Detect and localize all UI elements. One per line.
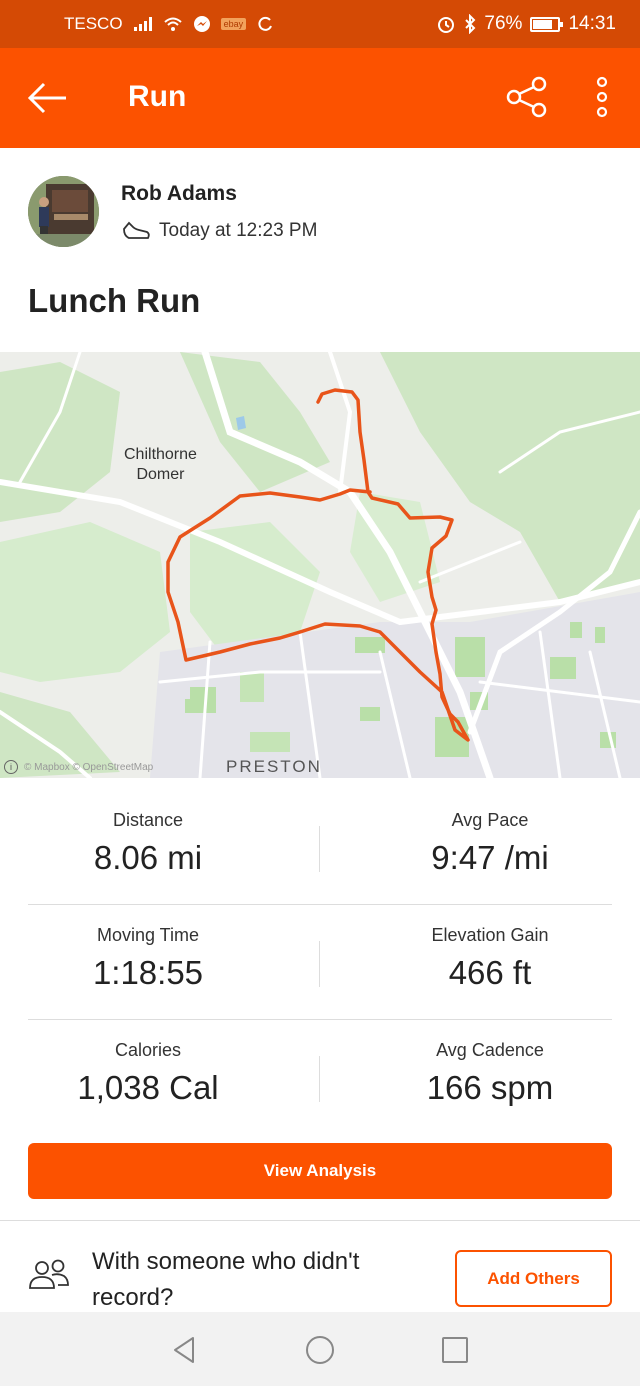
add-others-button[interactable]: Add Others [455, 1250, 612, 1307]
section-divider [0, 1220, 640, 1221]
nav-back-icon [174, 1337, 194, 1363]
stat-value: 1,038 Cal [77, 1069, 219, 1106]
map-label-town: Chilthorne Domer [124, 445, 197, 485]
stat-elevation-gain: Elevation Gain 466 ft [370, 925, 610, 992]
stat-avg-cadence: Avg Cadence 166 spm [370, 1040, 610, 1107]
map-attribution: i © Mapbox © OpenStreetMap [4, 760, 153, 774]
nav-recents-button[interactable] [435, 1330, 475, 1370]
map-label-chilthorne: Chilthorne [124, 446, 197, 463]
ebay-icon: ebay [220, 18, 247, 30]
activity-meta: Today at 12:23 PM [121, 220, 317, 242]
status-right: 76% 14:31 [436, 13, 616, 35]
athlete-header: Rob Adams Today at 12:23 PM [28, 176, 628, 248]
messenger-icon [193, 15, 211, 33]
carrier-label: TESCO [64, 14, 123, 33]
route-map[interactable]: Chilthorne Domer PRESTON i © Mapbox © Op… [0, 352, 640, 778]
stat-label: Elevation Gain [431, 925, 549, 945]
battery-icon [530, 16, 564, 32]
stat-value: 8.06 mi [93, 839, 203, 876]
nav-home-icon [306, 1336, 334, 1364]
status-bar: TESCO ebay 76% 14:31 [0, 0, 640, 48]
share-icon [506, 76, 547, 118]
alarm-icon [436, 14, 456, 34]
with-someone-text: With someone who didn't record? [92, 1248, 360, 1311]
info-icon[interactable]: i [4, 760, 18, 774]
bluetooth-icon [464, 14, 476, 34]
stat-value: 166 spm [426, 1069, 554, 1106]
avatar-image [28, 176, 99, 247]
activity-time: Today at 12:23 PM [159, 220, 318, 241]
map-label-preston: PRESTON [226, 757, 322, 776]
back-button[interactable] [24, 78, 70, 118]
clock: 14:31 [568, 13, 616, 34]
system-nav-bar [0, 1312, 640, 1386]
stat-label: Moving Time [96, 925, 200, 945]
stat-divider [319, 1056, 320, 1102]
battery-fill [533, 19, 552, 29]
signal-icon [133, 16, 153, 32]
avatar[interactable] [28, 176, 99, 247]
back-arrow-icon [27, 82, 66, 114]
stat-divider [319, 941, 320, 987]
more-vertical-icon [596, 76, 608, 118]
stats-grid: Distance 8.06 mi Avg Pace 9:47 /mi Movin… [28, 790, 612, 1135]
map-label-domer: Domer [136, 466, 185, 483]
share-button[interactable] [502, 72, 552, 122]
more-options-button[interactable] [584, 72, 620, 122]
sync-icon [256, 15, 274, 33]
nav-recents-icon [442, 1337, 468, 1363]
stat-label: Distance [112, 810, 184, 830]
stat-divider [319, 826, 320, 872]
stat-moving-time: Moving Time 1:18:55 [28, 925, 268, 992]
stats-row: Distance 8.06 mi Avg Pace 9:47 /mi [28, 790, 612, 905]
stat-avg-pace: Avg Pace 9:47 /mi [370, 810, 610, 877]
shoe-icon [123, 221, 150, 239]
stat-label: Calories [114, 1040, 182, 1060]
stat-value: 1:18:55 [92, 954, 204, 991]
battery-percent: 76% [484, 13, 523, 34]
wifi-icon [163, 16, 183, 32]
stat-distance: Distance 8.06 mi [28, 810, 268, 877]
stat-label: Avg Cadence [436, 1040, 544, 1060]
nav-home-button[interactable] [300, 1330, 340, 1370]
stat-value: 466 ft [448, 954, 532, 991]
stat-label: Avg Pace [451, 810, 529, 830]
map-canvas [0, 352, 640, 778]
athlete-name[interactable]: Rob Adams [121, 182, 237, 206]
stat-calories: Calories 1,038 Cal [28, 1040, 268, 1107]
stat-value: 9:47 /mi [431, 839, 549, 876]
page-title: Run [128, 80, 187, 113]
stats-row: Moving Time 1:18:55 Elevation Gain 466 f… [28, 905, 612, 1020]
view-analysis-button[interactable]: View Analysis [28, 1143, 612, 1199]
people-icon [29, 1259, 69, 1289]
app-bar: Run [0, 48, 640, 148]
nav-back-button[interactable] [164, 1330, 204, 1370]
add-others-section: With someone who didn't record? Add Othe… [28, 1242, 612, 1312]
activity-title: Lunch Run [28, 282, 201, 319]
map-attribution-text[interactable]: © Mapbox © OpenStreetMap [24, 762, 153, 773]
stats-row: Calories 1,038 Cal Avg Cadence 166 spm [28, 1020, 612, 1135]
status-left: TESCO ebay [64, 14, 436, 34]
